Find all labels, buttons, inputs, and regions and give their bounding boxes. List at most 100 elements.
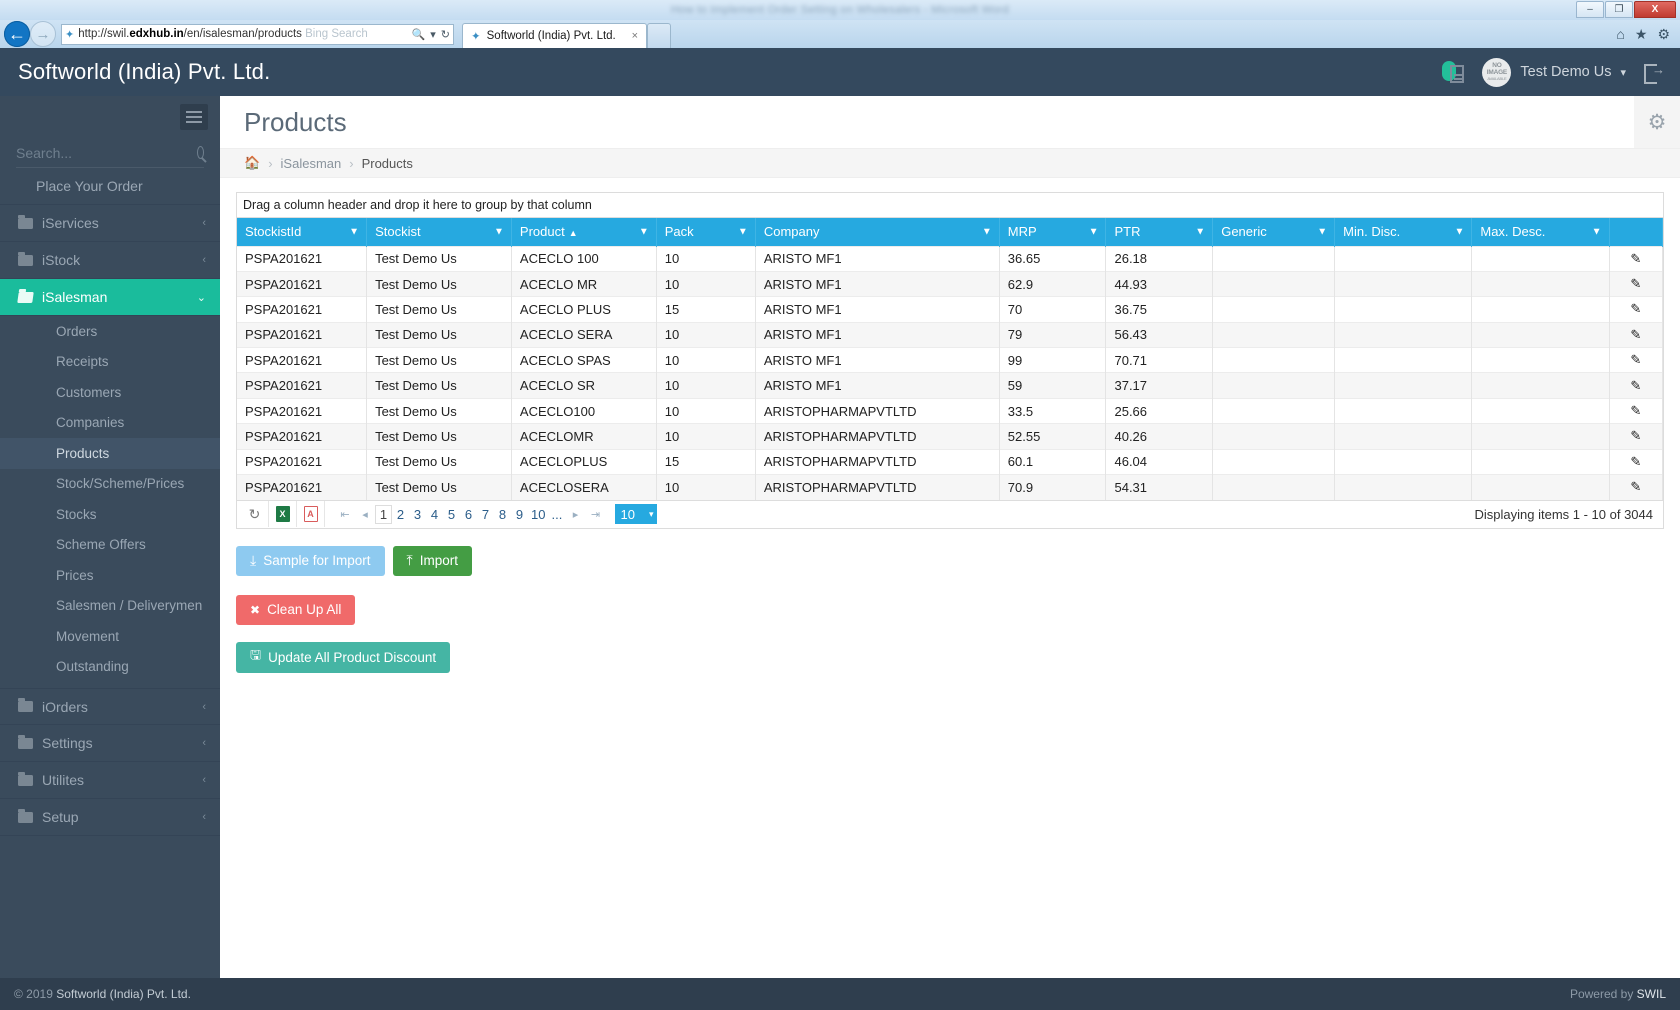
table-row[interactable]: PSPA201621 Test Demo Us ACECLO MR 10 ARISTO …	[237, 270, 1664, 297]
filter-icon[interactable]: ▼	[738, 226, 748, 237]
table-row[interactable]: PSPA201621 Test Demo Us ACECLO100 10 ARISTOP…	[237, 397, 1664, 424]
pencil-edit-icon[interactable]: ✎	[1609, 270, 1664, 297]
table-row[interactable]: PSPA201621 Test Demo Us ACECLOSERA 10 ARISTO…	[237, 474, 1664, 500]
pdf-export-icon[interactable]: A	[297, 501, 325, 528]
pencil-edit-icon[interactable]: ✎	[1609, 397, 1664, 424]
table-row[interactable]: PSPA201621 Test Demo Us ACECLO 100 10 ARISTO…	[237, 245, 1664, 272]
sample-for-import-button[interactable]: Sample for Import	[236, 545, 385, 576]
tab-close-icon[interactable]: ×	[632, 30, 638, 42]
pencil-edit-icon[interactable]: ✎	[1609, 448, 1664, 475]
search-input[interactable]	[16, 144, 197, 161]
sidebar-item-utilites[interactable]: Utilites ‹	[0, 762, 220, 799]
filter-icon[interactable]: ▼	[1317, 226, 1327, 237]
sidebar-item-outstanding[interactable]: Outstanding	[0, 652, 220, 683]
sidebar-item-settings[interactable]: Settings ‹	[0, 725, 220, 762]
sidebar-item-place-your-order[interactable]: Place Your Order	[0, 168, 220, 205]
page-button-1[interactable]: 1	[375, 504, 392, 524]
pencil-edit-icon[interactable]: ✎	[1609, 474, 1664, 500]
table-row[interactable]: PSPA201621 Test Demo Us ACECLOPLUS 15 ARISTO…	[237, 448, 1664, 475]
hamburger-icon[interactable]	[180, 104, 208, 130]
sidebar-item-scheme-offers[interactable]: Scheme Offers	[0, 530, 220, 561]
previous-page-button[interactable]: ◂	[355, 508, 375, 521]
sidebar-item-orders[interactable]: Orders	[0, 316, 220, 347]
clean-up-all-button[interactable]: Clean Up All	[236, 594, 356, 625]
user-menu[interactable]: NO IMAGE AVAILABLE Test Demo Us ▾	[1482, 57, 1626, 87]
filter-icon[interactable]: ▼	[1592, 226, 1602, 237]
minimize-button[interactable]: –	[1576, 1, 1604, 18]
update-all-product-discount-button[interactable]: Update All Product Discount	[236, 641, 451, 673]
page-button-2[interactable]: 2	[392, 506, 409, 523]
pencil-edit-icon[interactable]: ✎	[1609, 321, 1664, 348]
page-size-select[interactable]: 10 ▾	[615, 504, 658, 525]
sidebar-item-istock[interactable]: iStock ‹	[0, 242, 220, 279]
pencil-edit-icon[interactable]: ✎	[1609, 296, 1664, 323]
sidebar-search[interactable]	[16, 138, 204, 168]
back-button[interactable]: ←	[4, 21, 30, 47]
table-row[interactable]: PSPA201621 Test Demo Us ACECLO SR 10 ARISTO …	[237, 372, 1664, 399]
sidebar-item-customers[interactable]: Customers	[0, 377, 220, 408]
clipboard-notification-icon[interactable]	[1442, 61, 1465, 83]
home-icon[interactable]: ⌂	[1616, 26, 1624, 42]
logout-icon[interactable]	[1644, 62, 1665, 84]
refresh-icon[interactable]: ↻	[441, 28, 450, 41]
column-header-min-disc[interactable]: Min. Disc. ▼	[1334, 218, 1473, 246]
filter-icon[interactable]: ▼	[1454, 226, 1464, 237]
page-button-10[interactable]: 10	[528, 506, 548, 523]
table-row[interactable]: PSPA201621 Test Demo Us ACECLO SPAS 10 ARIST…	[237, 347, 1664, 373]
table-row[interactable]: PSPA201621 Test Demo Us ACECLO PLUS 15 ARIST…	[237, 296, 1664, 323]
search-icon[interactable]: 🔍	[412, 28, 426, 41]
sidebar-item-isalesman[interactable]: iSalesman ⌄	[0, 279, 220, 316]
pencil-edit-icon[interactable]: ✎	[1609, 347, 1664, 373]
column-header-ptr[interactable]: PTR ▼	[1105, 218, 1214, 246]
table-row[interactable]: PSPA201621 Test Demo Us ACECLO SERA 10 ARIST…	[237, 321, 1664, 348]
gear-icon[interactable]: ⚙	[1634, 96, 1680, 148]
sidebar-item-prices[interactable]: Prices	[0, 560, 220, 591]
pencil-edit-icon[interactable]: ✎	[1609, 372, 1664, 399]
sidebar-item-setup[interactable]: Setup ‹	[0, 799, 220, 836]
browser-tab-active[interactable]: ✦ Softworld (India) Pvt. Ltd. ×	[462, 23, 647, 48]
filter-icon[interactable]: ▼	[1089, 226, 1099, 237]
column-header-pack[interactable]: Pack ▼	[656, 218, 756, 246]
page-button-7[interactable]: 7	[477, 506, 494, 523]
page-button-9[interactable]: 9	[511, 506, 528, 523]
page-ellipsis[interactable]: ...	[548, 506, 565, 523]
last-page-button[interactable]: ⇥	[585, 508, 605, 521]
maximize-button[interactable]: ❐	[1605, 1, 1633, 18]
page-button-6[interactable]: 6	[460, 506, 477, 523]
new-tab-button[interactable]	[647, 23, 671, 48]
group-drop-hint[interactable]: Drag a column header and drop it here to…	[237, 193, 1663, 218]
first-page-button[interactable]: ⇤	[335, 508, 355, 521]
sidebar-item-receipts[interactable]: Receipts	[0, 347, 220, 378]
sidebar-item-stocks[interactable]: Stocks	[0, 499, 220, 530]
page-button-5[interactable]: 5	[443, 506, 460, 523]
sidebar-item-salesmen-deliverymen[interactable]: Salesmen / Deliverymen	[0, 591, 220, 622]
column-header-product[interactable]: Product ▲ ▼	[511, 218, 657, 246]
table-row[interactable]: PSPA201621 Test Demo Us ACECLOMR 10 ARISTOPH…	[237, 423, 1664, 450]
filter-icon[interactable]: ▼	[1195, 226, 1205, 237]
filter-icon[interactable]: ▼	[982, 226, 992, 237]
filter-icon[interactable]: ▼	[639, 226, 649, 237]
sidebar-item-products[interactable]: Products	[0, 438, 220, 469]
sidebar-item-movement[interactable]: Movement	[0, 621, 220, 652]
sidebar-item-stock-scheme-prices[interactable]: Stock/Scheme/Prices	[0, 469, 220, 500]
breadcrumb-link-isalesman[interactable]: iSalesman	[281, 156, 342, 171]
home-icon[interactable]: 🏠	[244, 155, 260, 171]
pencil-edit-icon[interactable]: ✎	[1609, 423, 1664, 450]
sidebar-item-companies[interactable]: Companies	[0, 408, 220, 439]
refresh-icon[interactable]: ↻	[241, 501, 269, 528]
close-button[interactable]: X	[1634, 1, 1676, 18]
filter-icon[interactable]: ▼	[494, 226, 504, 237]
sidebar-item-iservices[interactable]: iServices ‹	[0, 205, 220, 242]
page-button-8[interactable]: 8	[494, 506, 511, 523]
filter-icon[interactable]: ▼	[349, 226, 359, 237]
column-header-mrp[interactable]: MRP ▼	[999, 218, 1107, 246]
column-header-generic[interactable]: Generic ▼	[1212, 218, 1336, 246]
column-header-stockist[interactable]: Stockist ▼	[366, 218, 512, 246]
sidebar-item-iorders[interactable]: iOrders ‹	[0, 688, 220, 725]
import-button[interactable]: Import	[392, 545, 472, 576]
search-icon[interactable]	[197, 146, 204, 159]
page-button-3[interactable]: 3	[409, 506, 426, 523]
gear-icon[interactable]: ⚙	[1657, 26, 1670, 43]
pencil-edit-icon[interactable]: ✎	[1609, 245, 1664, 272]
favorites-star-icon[interactable]: ★	[1635, 26, 1648, 43]
